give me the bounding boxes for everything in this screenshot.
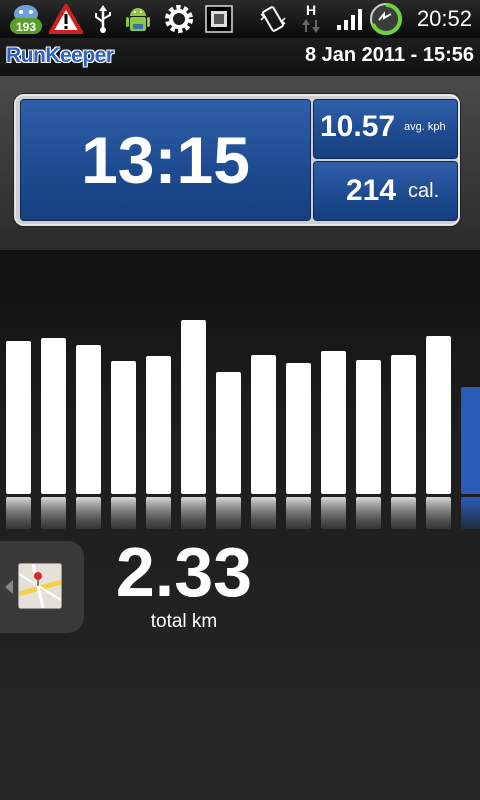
split-bar[interactable]	[146, 356, 171, 494]
split-bar[interactable]	[286, 363, 311, 494]
elapsed-time-box: 13:15	[20, 99, 311, 221]
total-distance-unit: total km	[150, 611, 218, 632]
total-distance-value: 2.33	[115, 533, 253, 611]
split-bar[interactable]	[6, 341, 31, 494]
elapsed-time-value: 13:15	[81, 123, 250, 197]
map-button[interactable]	[0, 541, 84, 633]
stats-panel: 13:15 10.57 avg. kph 214 cal.	[0, 76, 480, 250]
split-bar[interactable]	[111, 361, 136, 494]
battery-icon	[368, 0, 404, 38]
notification-badge-icon[interactable]: 193	[6, 0, 46, 38]
split-bar-reflection	[286, 497, 311, 529]
split-bar-reflection	[6, 497, 31, 529]
left-arrow-icon	[5, 580, 13, 594]
usb-icon	[88, 0, 118, 38]
split-bar-reflection	[426, 497, 451, 529]
calories-value: 214	[346, 174, 397, 207]
split-bar-reflection	[321, 497, 346, 529]
activity-datetime: 8 Jan 2011 - 15:56	[304, 44, 474, 66]
split-bar-current[interactable]	[461, 387, 480, 494]
notification-count: 193	[16, 20, 36, 34]
split-bar[interactable]	[76, 345, 101, 494]
avg-speed-value: 10.57	[320, 110, 396, 143]
warning-icon	[48, 0, 84, 38]
splits-bar-chart[interactable]	[0, 250, 480, 540]
split-bar[interactable]	[426, 336, 451, 494]
split-bar[interactable]	[216, 372, 241, 494]
stats-frame: 13:15 10.57 avg. kph 214 cal.	[14, 94, 460, 226]
split-bar-reflection	[461, 497, 480, 529]
split-bar-reflection	[181, 497, 206, 529]
split-bar-reflection	[251, 497, 276, 529]
calories-unit: cal.	[408, 180, 440, 202]
split-bar[interactable]	[251, 355, 276, 494]
signal-icon	[334, 0, 364, 38]
app-logo: RunKeeper	[6, 44, 114, 67]
status-bar: 193 H 20:52	[0, 0, 480, 38]
split-bar-reflection	[111, 497, 136, 529]
split-bar-reflection	[146, 497, 171, 529]
chip-icon	[202, 0, 236, 38]
android-debug-icon	[120, 0, 156, 38]
split-bar-reflection	[76, 497, 101, 529]
split-bar[interactable]	[41, 338, 66, 494]
avg-speed-unit: avg. kph	[404, 121, 446, 133]
split-bar[interactable]	[391, 355, 416, 494]
settings-icon	[160, 0, 198, 38]
app-header: RunKeeper 8 Jan 2011 - 15:56	[0, 38, 480, 77]
calories-box: 214 cal.	[313, 161, 458, 221]
hspa-data-icon: H	[298, 0, 324, 38]
split-bar-reflection	[356, 497, 381, 529]
network-type-label: H	[306, 2, 316, 18]
split-bar[interactable]	[181, 320, 206, 494]
status-clock: 20:52	[416, 6, 472, 31]
split-bar-reflection	[216, 497, 241, 529]
avg-speed-box: 10.57 avg. kph	[313, 99, 458, 159]
map-thumbnail-icon	[18, 563, 62, 609]
split-bar[interactable]	[356, 360, 381, 494]
split-bar[interactable]	[321, 351, 346, 494]
split-bar-reflection	[391, 497, 416, 529]
vibrate-icon	[256, 0, 290, 38]
split-bar-reflection	[41, 497, 66, 529]
